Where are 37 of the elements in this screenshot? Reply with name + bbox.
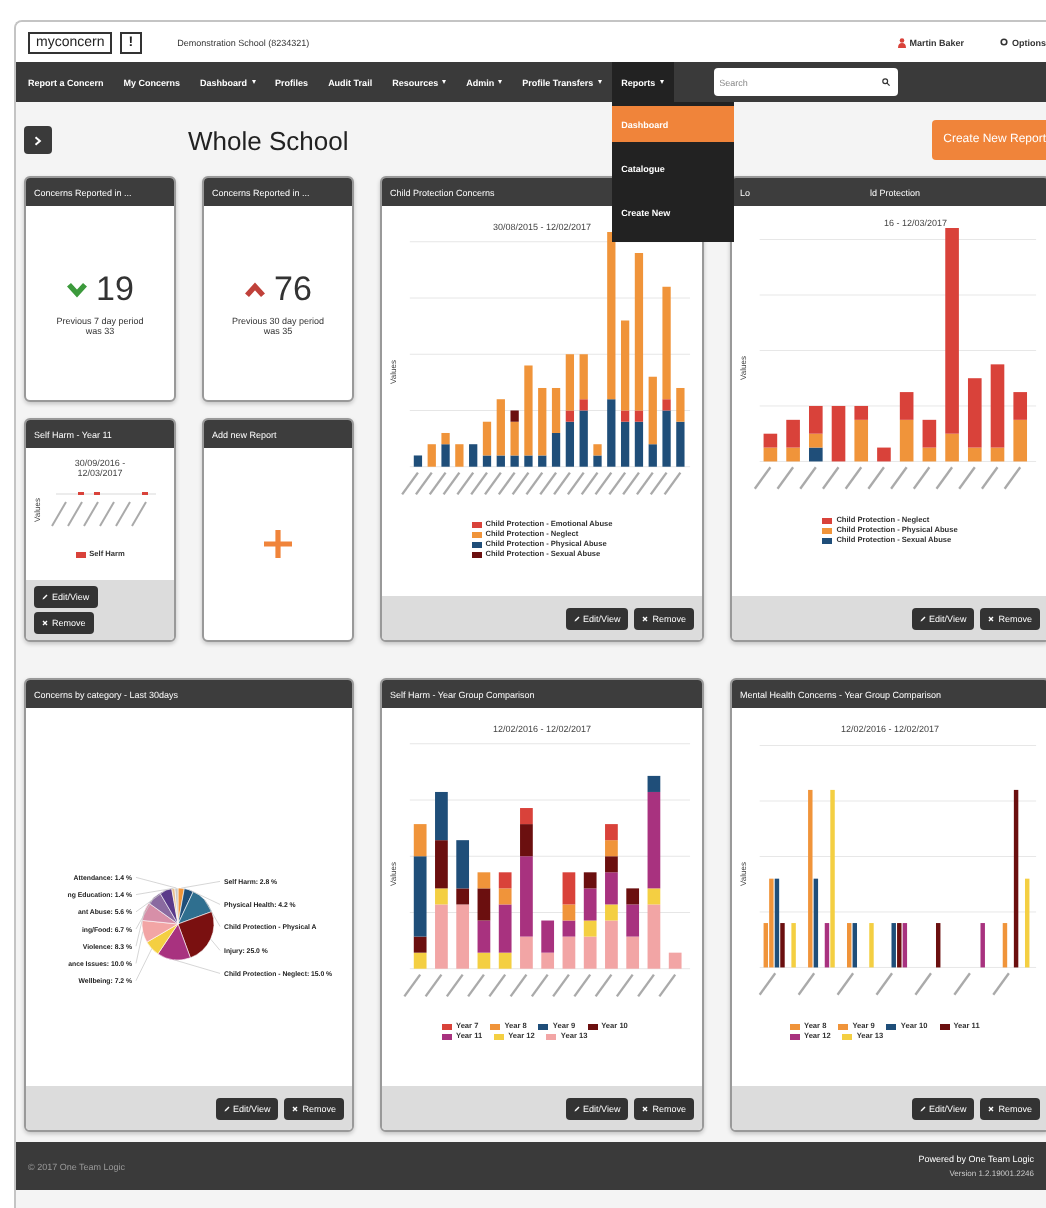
leader-line: [172, 959, 220, 974]
bar-segment: [831, 405, 846, 462]
bar: [791, 923, 796, 968]
chevron-right-icon: [34, 135, 42, 145]
pencil-icon: [42, 594, 48, 600]
page-title: Whole School: [188, 125, 349, 155]
close-icon: [988, 615, 995, 621]
pencil-icon: [919, 615, 926, 621]
axis-tick-labels-drawing: [51, 501, 147, 527]
pencil-icon: [223, 1105, 230, 1111]
bar-segment: [469, 444, 478, 467]
bar-segment: [427, 444, 436, 467]
close-icon: [42, 620, 48, 626]
pencil-icon: [573, 615, 580, 621]
close-icon: [642, 1105, 649, 1111]
bar-segment: [877, 447, 891, 462]
leader-line: [209, 938, 220, 951]
sidebar-toggle-button[interactable]: [24, 126, 52, 154]
stat-value: 19: [96, 270, 134, 310]
stat-value: 76: [274, 270, 312, 310]
pencil-icon: [573, 1105, 580, 1111]
bar-segment: [413, 455, 423, 467]
pencil-icon: [919, 1105, 926, 1111]
close-icon: [988, 1105, 995, 1111]
bar-segment: [455, 444, 464, 467]
bar-segment: [668, 952, 682, 969]
bar: [1002, 923, 1008, 968]
bar: [936, 923, 941, 968]
close-icon: [292, 1105, 299, 1111]
bar: [980, 923, 985, 968]
bar: [1025, 878, 1030, 968]
plus-icon: [262, 528, 294, 560]
person-icon: [897, 37, 906, 47]
close-icon: [642, 615, 649, 621]
gear-icon: [1000, 38, 1008, 46]
bar: [869, 923, 874, 968]
search-icon: [881, 78, 890, 86]
